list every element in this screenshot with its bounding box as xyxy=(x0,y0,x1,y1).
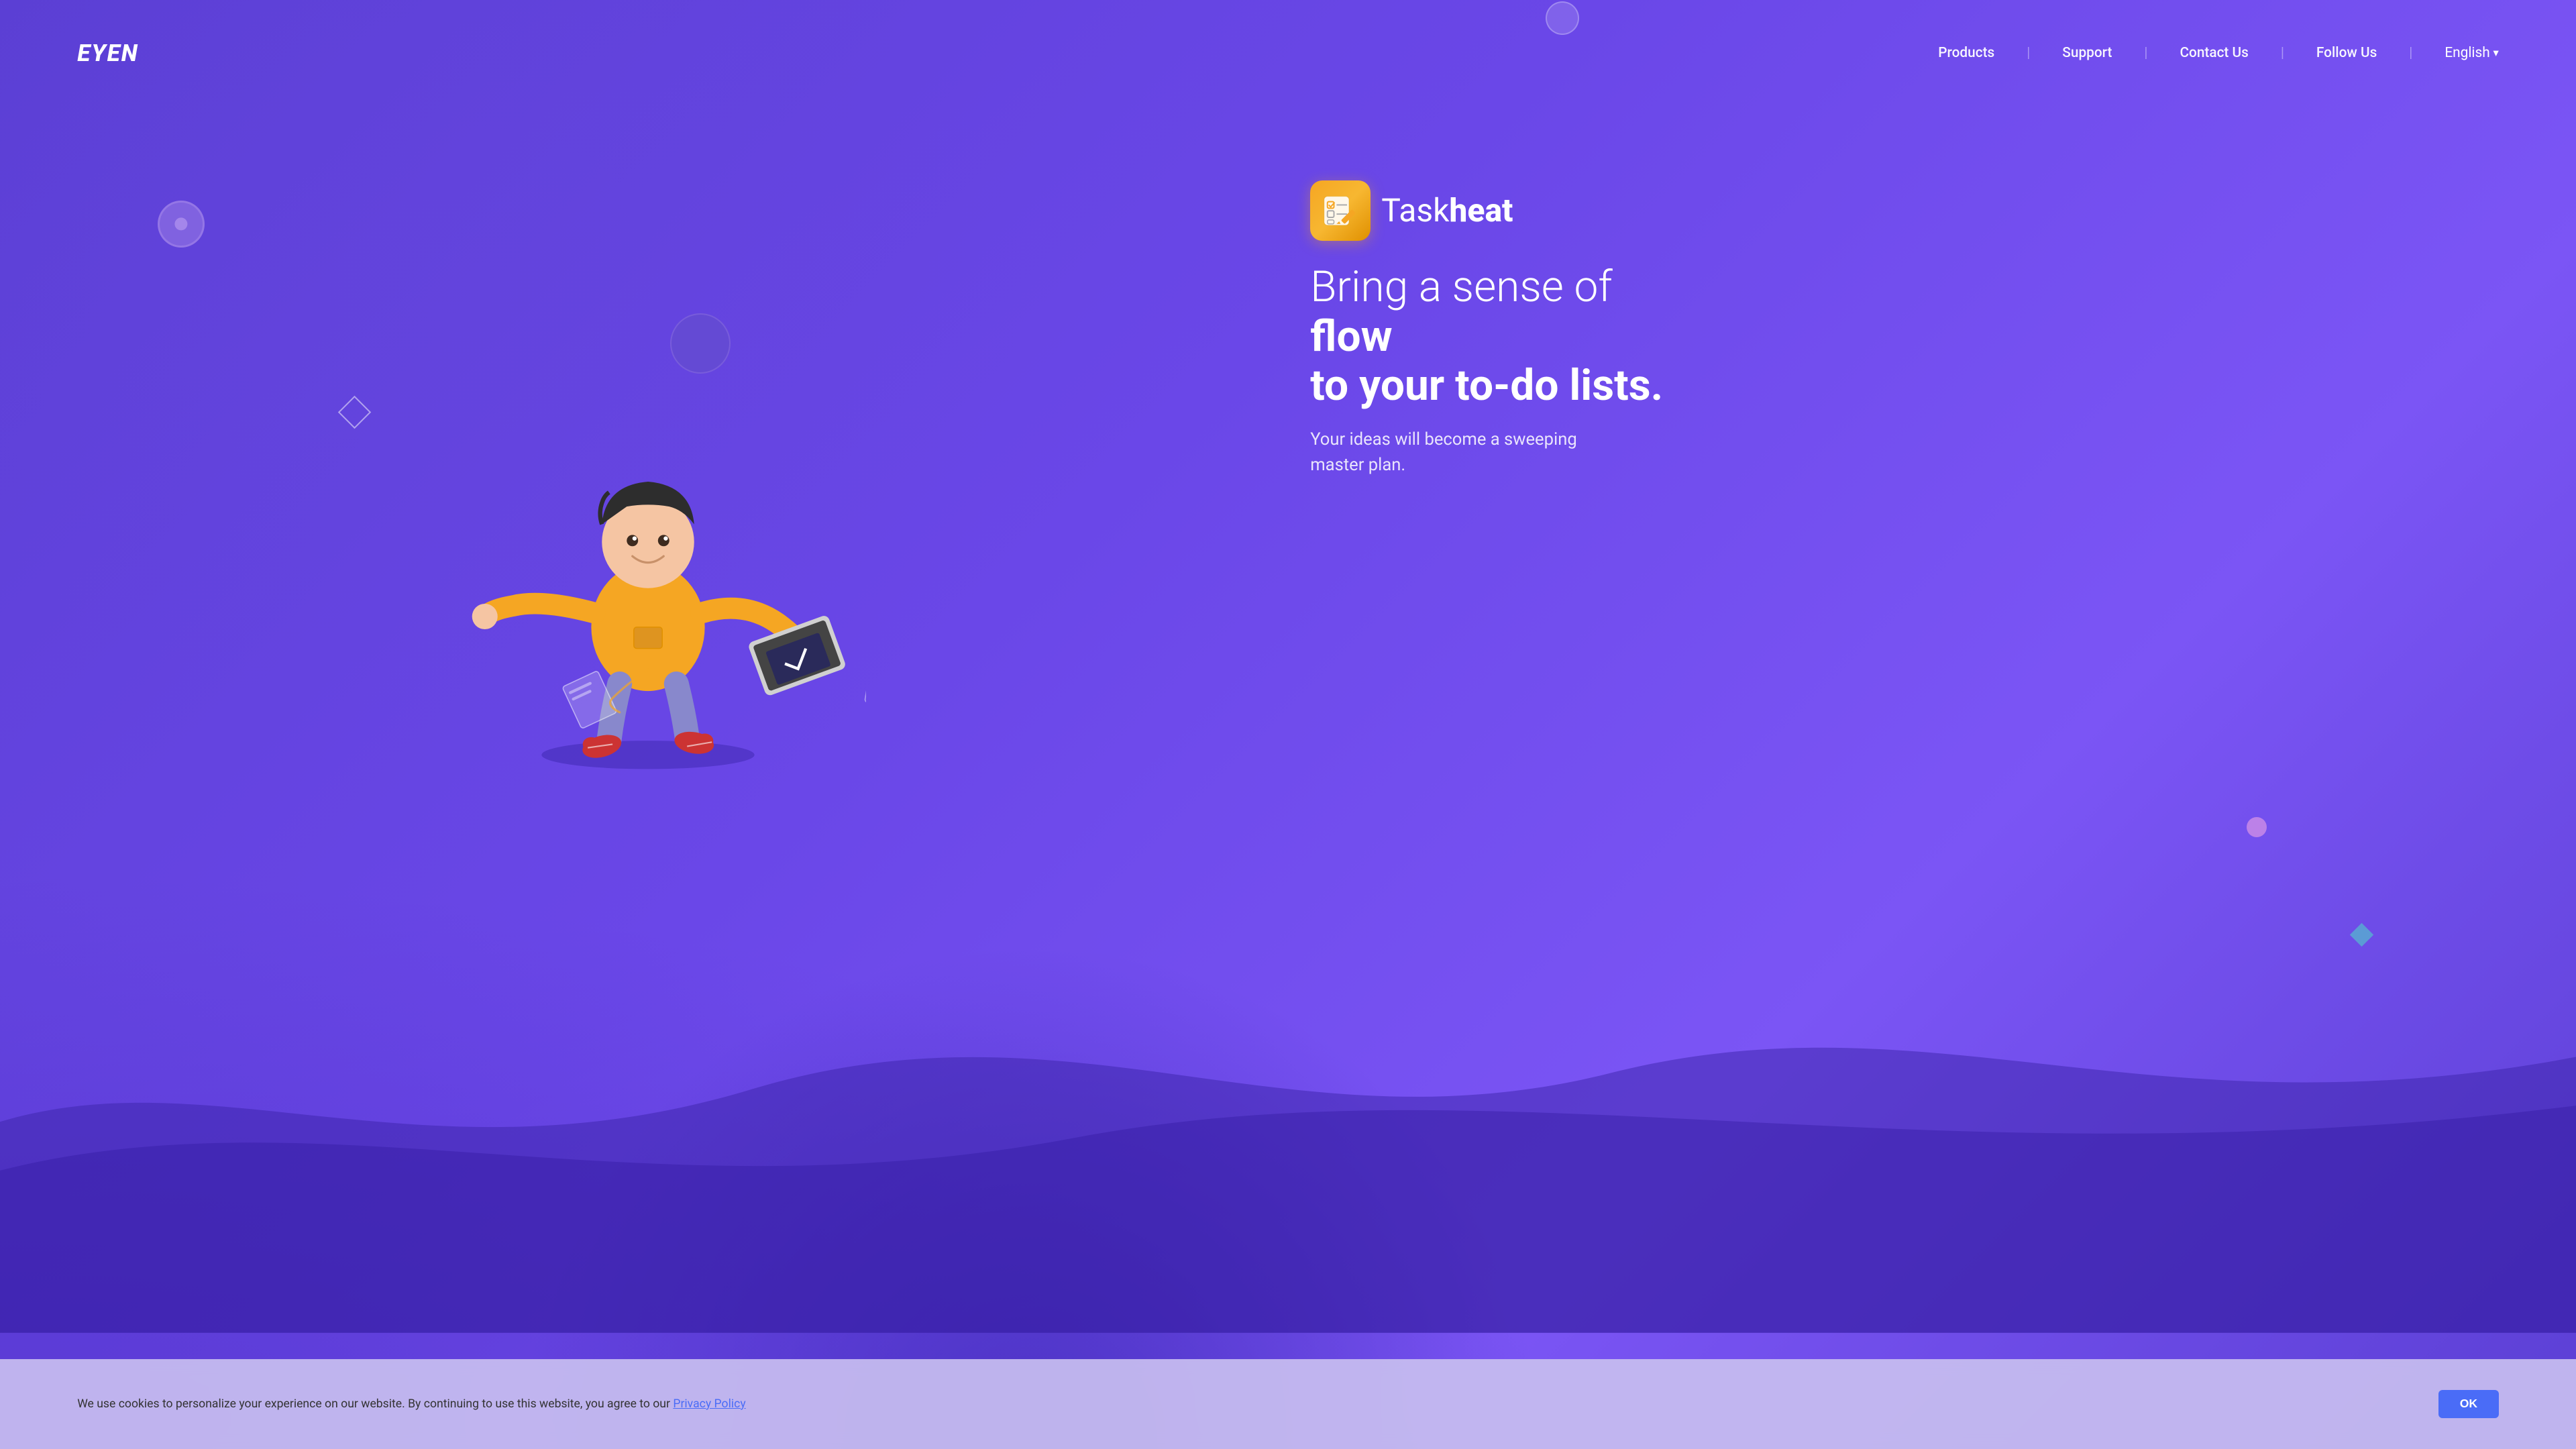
app-icon xyxy=(1310,180,1371,241)
headline-line1: Bring a sense of xyxy=(1310,262,2400,312)
nav-language[interactable]: English ▾ xyxy=(2445,45,2498,61)
nav-divider-1: | xyxy=(2027,45,2030,61)
subtitle-text: Your ideas will become a sweepingmaster … xyxy=(1310,429,1577,475)
deco-dot-pink xyxy=(2247,817,2267,837)
deco-diamond-blue xyxy=(2350,923,2373,947)
cookie-text: We use cookies to personalize your exper… xyxy=(77,1395,2417,1413)
headline-line2: flow xyxy=(1310,312,2400,362)
logo[interactable]: EYEN xyxy=(77,39,139,67)
cookie-ok-button[interactable]: OK xyxy=(2438,1390,2499,1418)
deco-diamond-left xyxy=(338,396,371,429)
nav-language-label: English xyxy=(2445,45,2489,61)
chevron-down-icon: ▾ xyxy=(2493,46,2498,60)
character-illustration xyxy=(430,407,866,776)
header: EYEN Products | Support | Contact Us | F… xyxy=(0,0,2576,105)
nav-support[interactable]: Support xyxy=(2062,45,2112,61)
main-nav: Products | Support | Contact Us | Follow… xyxy=(1938,45,2499,61)
nav-contact[interactable]: Contact Us xyxy=(2180,45,2248,61)
nav-decoration-dot xyxy=(1546,1,1579,35)
nav-follow[interactable]: Follow Us xyxy=(2316,45,2377,61)
app-logo-row: Taskheat xyxy=(1310,180,2400,241)
hero-headline: Bring a sense of flow to your to-do list… xyxy=(1310,262,2400,411)
cookie-privacy-link[interactable]: Privacy Policy xyxy=(673,1397,745,1411)
deco-circle-left xyxy=(158,201,205,248)
app-name-bold: heat xyxy=(1449,191,1513,229)
headline-line3: to your to-do lists. xyxy=(1310,361,2400,411)
main-content: Taskheat Bring a sense of flow to your t… xyxy=(0,105,2576,1449)
left-section xyxy=(103,157,1193,1026)
right-section: Taskheat Bring a sense of flow to your t… xyxy=(1193,157,2448,478)
nav-divider-3: | xyxy=(2281,45,2284,61)
app-name: Taskheat xyxy=(1381,191,1513,229)
cookie-banner: We use cookies to personalize your exper… xyxy=(0,1359,2576,1449)
page-wrapper: EYEN Products | Support | Contact Us | F… xyxy=(0,0,2576,1449)
taskheat-icon-svg xyxy=(1321,191,1360,231)
deco-sphere xyxy=(670,313,731,374)
app-icon-inner xyxy=(1321,191,1360,231)
nav-divider-2: | xyxy=(2144,45,2147,61)
nav-divider-4: | xyxy=(2409,45,2412,61)
cookie-message: We use cookies to personalize your exper… xyxy=(77,1397,670,1411)
app-name-light: Task xyxy=(1381,191,1449,229)
character-svg xyxy=(430,407,866,776)
hero-subtitle: Your ideas will become a sweepingmaster … xyxy=(1310,427,2291,478)
logo-text: EYEN xyxy=(77,39,139,67)
nav-products[interactable]: Products xyxy=(1938,45,1994,61)
